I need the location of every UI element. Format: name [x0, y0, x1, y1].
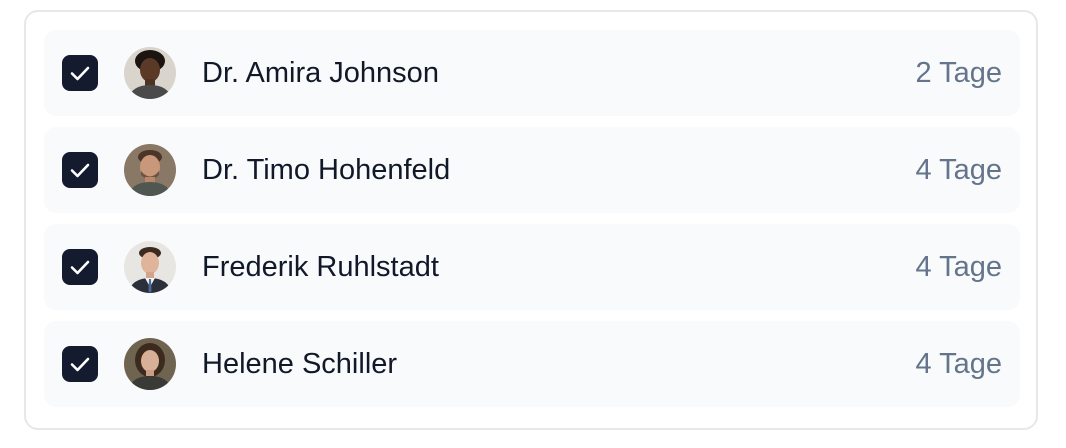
person-name: Frederik Ruhlstadt: [202, 251, 439, 283]
person-name: Helene Schiller: [202, 348, 398, 380]
list-item[interactable]: Dr. Amira Johnson 2 Tage: [44, 30, 1020, 116]
duration-label: 4 Tage: [915, 154, 1002, 186]
checkbox-checked[interactable]: [62, 152, 98, 188]
checkbox-checked[interactable]: [62, 346, 98, 382]
avatar: [124, 47, 176, 99]
avatar: [124, 241, 176, 293]
person-name: Dr. Timo Hohenfeld: [202, 154, 451, 186]
list-item[interactable]: Frederik Ruhlstadt 4 Tage: [44, 224, 1020, 310]
checkbox-checked[interactable]: [62, 249, 98, 285]
list-item[interactable]: Helene Schiller 4 Tage: [44, 321, 1020, 407]
checkbox-checked[interactable]: [62, 55, 98, 91]
checkmark-icon: [70, 163, 90, 178]
duration-label: 4 Tage: [915, 251, 1002, 283]
checkmark-icon: [70, 66, 90, 81]
checkmark-icon: [70, 357, 90, 372]
duration-label: 2 Tage: [915, 57, 1002, 89]
duration-label: 4 Tage: [915, 348, 1002, 380]
person-list-card: Dr. Amira Johnson 2 Tage Dr. Timo Hohenf…: [24, 10, 1038, 430]
checkmark-icon: [70, 260, 90, 275]
list-item[interactable]: Dr. Timo Hohenfeld 4 Tage: [44, 127, 1020, 213]
avatar: [124, 338, 176, 390]
avatar: [124, 144, 176, 196]
person-name: Dr. Amira Johnson: [202, 57, 439, 89]
